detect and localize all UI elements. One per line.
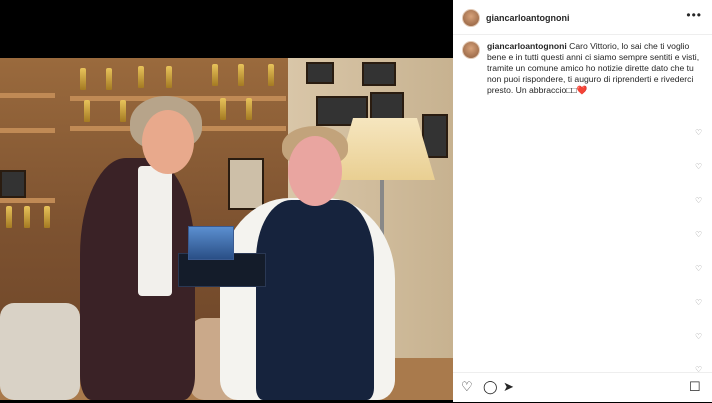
trophy [120, 100, 126, 122]
bookmark-icon[interactable]: ☐ [689, 379, 701, 395]
username[interactable]: giancarloantognoni [486, 13, 570, 23]
caption-avatar[interactable] [462, 41, 480, 59]
face [142, 110, 194, 174]
framed-photo-gift [188, 226, 234, 260]
shelf [0, 128, 55, 133]
shelf [0, 198, 55, 203]
trophy [246, 98, 252, 120]
caption: giancarloantognoni Caro Vittorio, lo sai… [487, 41, 705, 96]
trophy [80, 68, 86, 90]
picture-frame [306, 62, 334, 84]
trophy [166, 66, 172, 88]
comment-like-icon[interactable]: ♡ [695, 197, 703, 205]
post-media[interactable] [0, 0, 453, 402]
comment-like-icon[interactable]: ♡ [695, 265, 703, 273]
post-side-panel: giancarloantognoni ••• giancarloantognon… [453, 0, 712, 402]
heart-icon[interactable]: ♡ [461, 379, 473, 395]
post-photo [0, 58, 453, 400]
picture-frame [362, 62, 396, 86]
action-bar: ♡ ◯ ➤ ☐ [453, 372, 712, 403]
more-options-icon[interactable]: ••• [686, 8, 702, 22]
picture-frame [228, 158, 264, 210]
comment-like-icon[interactable]: ♡ [695, 129, 703, 137]
comment-like-icon[interactable]: ♡ [695, 333, 703, 341]
picture-frame [0, 170, 26, 198]
comment-like-icon[interactable]: ♡ [695, 163, 703, 171]
shelf [0, 93, 55, 98]
trophy [44, 206, 50, 228]
post-header: giancarloantognoni ••• [453, 0, 712, 35]
trophy [106, 68, 112, 90]
face [288, 136, 342, 206]
trophy [212, 64, 218, 86]
armchair [0, 303, 80, 400]
instagram-post-view: giancarloantognoni ••• giancarloantognon… [0, 0, 712, 402]
trophy [138, 66, 144, 88]
trophy [220, 98, 226, 120]
trophy [24, 206, 30, 228]
comment-like-icon[interactable]: ♡ [695, 231, 703, 239]
avatar[interactable] [462, 9, 480, 27]
trophy [6, 206, 12, 228]
caption-username[interactable]: giancarloantognoni [487, 41, 567, 51]
trophy [84, 100, 90, 122]
comment-icon[interactable]: ◯ [483, 379, 498, 395]
shirt [138, 166, 172, 296]
person-right-vest [256, 200, 374, 400]
trophy [268, 64, 274, 86]
share-icon[interactable]: ➤ [503, 379, 514, 395]
comment-like-icon[interactable]: ♡ [695, 299, 703, 307]
trophy [238, 64, 244, 86]
